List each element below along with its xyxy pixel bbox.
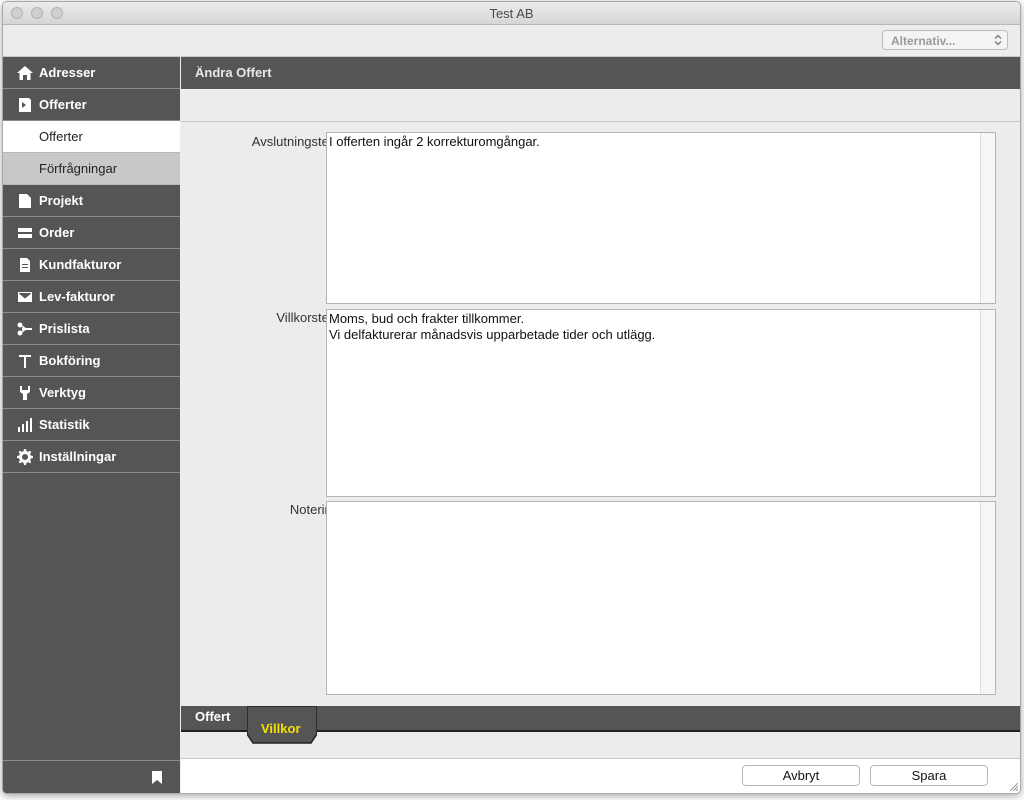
section-header: Ändra Offert <box>181 57 1020 89</box>
textarea-line: Moms, bud och frakter tillkommer. <box>329 311 525 326</box>
sidebar-bottom-bar <box>3 760 180 793</box>
price-list-icon <box>17 322 32 336</box>
sidebar-item-label: Bokföring <box>39 353 101 368</box>
sidebar-item-label: Verktyg <box>39 385 86 400</box>
main-panel: Alternativ... Ändra Offert Avslutningste… <box>181 25 1020 793</box>
sidebar-item-adresser[interactable]: Adresser <box>3 57 180 89</box>
vertical-scrollbar[interactable] <box>980 133 995 303</box>
up-down-chevron-icon <box>994 34 1002 46</box>
sidebar-item-label: Order <box>39 225 75 240</box>
envelope-icon <box>18 292 32 302</box>
vertical-scrollbar[interactable] <box>980 310 995 496</box>
sidebar-item-order[interactable]: Order <box>3 217 180 249</box>
sidebar-item-label: Kundfakturor <box>39 257 122 272</box>
sidebar-item-label: Lev-fakturor <box>39 289 115 304</box>
resize-grip-icon[interactable] <box>1008 781 1018 791</box>
textarea-line: I offerten ingår 2 korrekturomgångar. <box>329 134 540 149</box>
footer-bar: Avbryt Spara <box>181 759 1020 793</box>
sidebar-subitem-label: Offerter <box>39 129 83 144</box>
alternativ-popup-button[interactable]: Alternativ... <box>882 30 1008 50</box>
sidebar-item-label: Projekt <box>39 193 84 208</box>
sidebar-subitem-label: Förfrågningar <box>39 161 118 176</box>
order-icon <box>18 228 32 238</box>
app-window: Test AB Adresser Offerter Offerter Förfr… <box>2 1 1021 794</box>
sidebar-item-lev-fakturor[interactable]: Lev-fakturor <box>3 281 180 313</box>
bar-chart-icon <box>18 418 32 432</box>
sidebar-item-bokforing[interactable]: Bokföring <box>3 345 180 377</box>
cancel-button[interactable]: Avbryt <box>742 765 860 786</box>
offer-document-icon <box>19 98 31 112</box>
save-button[interactable]: Spara <box>870 765 988 786</box>
textarea-line: Vi delfakturerar månadsvis upparbetade t… <box>329 327 656 342</box>
header-spacer <box>181 89 1020 122</box>
wrench-icon <box>20 386 30 400</box>
window-title: Test AB <box>489 6 534 21</box>
notering-textarea[interactable] <box>326 501 996 695</box>
title-bar: Test AB <box>3 2 1020 25</box>
sidebar-top-strip <box>3 25 180 57</box>
customer-invoice-icon <box>20 258 30 272</box>
home-icon <box>17 66 33 80</box>
sidebar-subitem-forfragningar[interactable]: Förfrågningar <box>3 153 180 185</box>
sidebar-item-label: Adresser <box>39 65 96 80</box>
sidebar-item-projekt[interactable]: Projekt <box>3 185 180 217</box>
sidebar-item-kundfakturor[interactable]: Kundfakturor <box>3 249 180 281</box>
bookmark-icon[interactable] <box>152 771 162 784</box>
sidebar-item-label: Inställningar <box>39 449 117 464</box>
sidebar: Adresser Offerter Offerter Förfrågningar… <box>3 25 180 793</box>
gear-icon <box>17 449 33 465</box>
sidebar-item-label: Statistik <box>39 417 90 432</box>
tab-offert[interactable]: Offert <box>181 706 247 730</box>
sidebar-item-installningar[interactable]: Inställningar <box>3 441 180 473</box>
form-area: Avslutningstext I offerten ingår 2 korre… <box>181 122 1020 722</box>
project-document-icon <box>19 194 31 208</box>
tab-villkor[interactable]: Villkor <box>247 706 317 744</box>
avslutningstext-textarea[interactable]: I offerten ingår 2 korrekturomgångar. <box>326 132 996 304</box>
vertical-scrollbar[interactable] <box>980 502 995 694</box>
tab-bar: Offert Villkor <box>181 706 1020 744</box>
tab-label: Offert <box>195 709 231 724</box>
page-title: Ändra Offert <box>195 65 272 80</box>
sidebar-subitem-offerter[interactable]: Offerter <box>3 121 180 153</box>
sidebar-item-offerter[interactable]: Offerter <box>3 89 180 121</box>
tab-label: Villkor <box>261 721 301 736</box>
toolbar: Alternativ... <box>181 25 1020 57</box>
sidebar-item-label: Prislista <box>39 321 90 336</box>
sidebar-item-statistik[interactable]: Statistik <box>3 409 180 441</box>
sidebar-item-label: Offerter <box>39 97 87 112</box>
sidebar-item-verktyg[interactable]: Verktyg <box>3 377 180 409</box>
villkorstext-textarea[interactable]: Moms, bud och frakter tillkommer. Vi del… <box>326 309 996 497</box>
accounting-icon <box>19 355 31 368</box>
alternativ-label: Alternativ... <box>891 34 956 48</box>
sidebar-item-prislista[interactable]: Prislista <box>3 313 180 345</box>
